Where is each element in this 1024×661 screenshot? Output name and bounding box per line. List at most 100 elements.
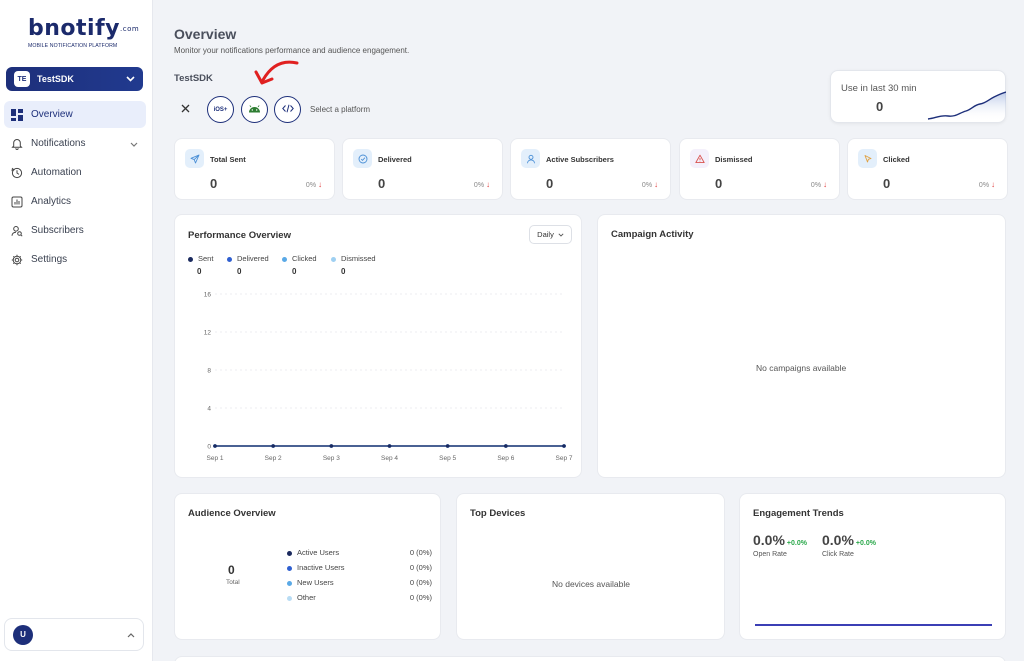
platform-web-button[interactable] <box>274 96 301 123</box>
sidebar-item-overview[interactable]: Overview <box>4 101 146 128</box>
sidebar-item-analytics[interactable]: Analytics <box>4 188 146 215</box>
stat-change: 0% ↓ <box>811 180 827 189</box>
arrow-down-icon: ↓ <box>318 180 322 189</box>
sidebar-item-label: Settings <box>31 254 68 265</box>
legend-dot <box>287 550 292 556</box>
stat-card-dismissed: Dismissed 0 0% ↓ <box>679 138 840 200</box>
sidebar-item-label: Notifications <box>31 138 86 149</box>
check-circle-icon <box>353 149 372 168</box>
click-rate-change: +0.0% <box>855 540 876 547</box>
platform-android-button[interactable] <box>241 96 268 123</box>
workspace-selector[interactable]: TE TestSDK <box>6 67 143 91</box>
logo-text: bnotify <box>28 16 120 41</box>
devices-empty-message: No devices available <box>552 579 630 589</box>
devices-title: Top Devices <box>470 508 526 519</box>
stat-label: Active Subscribers <box>546 155 614 164</box>
open-rate-value: 0.0% +0.0% <box>753 532 807 548</box>
audience-total-value: 0 <box>228 563 235 577</box>
y-tick-label: 16 <box>204 292 212 299</box>
audience-row-value: 0 (0%) <box>409 548 432 557</box>
audience-row-value: 0 (0%) <box>409 578 432 587</box>
audience-row-other: Other 0 (0%) <box>287 593 432 602</box>
android-icon <box>248 104 261 115</box>
x-tick-label: Sep 5 <box>439 455 456 462</box>
gear-icon <box>10 253 23 266</box>
y-tick-label: 12 <box>204 330 212 337</box>
code-icon <box>281 104 294 115</box>
x-tick-label: Sep 2 <box>265 455 282 462</box>
data-point <box>445 444 450 448</box>
click-rate-value: 0.0% +0.0% <box>822 532 876 548</box>
arrow-down-icon: ↓ <box>991 180 995 189</box>
logo-tagline: MOBILE NOTIFICATION PLATFORM <box>28 43 118 49</box>
audience-row-inactive: Inactive Users 0 (0%) <box>287 563 432 572</box>
sidebar-item-settings[interactable]: Settings <box>4 246 146 273</box>
y-tick-label: 8 <box>207 368 211 375</box>
usage-card: Use in last 30 min 0 <box>830 70 1006 123</box>
cursor-icon <box>858 149 877 168</box>
page-title: Overview <box>174 26 237 42</box>
sidebar-nav: Overview Notifications Automation Analyt… <box>4 101 146 275</box>
data-point <box>387 444 392 448</box>
annotation-arrow-icon <box>252 58 300 95</box>
stat-change-text: 0% <box>473 182 485 189</box>
audience-row-label: Inactive Users <box>297 563 345 572</box>
warning-icon <box>690 149 709 168</box>
stat-label: Dismissed <box>715 155 753 164</box>
top-devices-card: Top Devices No devices available <box>456 493 725 640</box>
x-tick-label: Sep 7 <box>556 455 573 462</box>
bell-icon <box>10 137 23 150</box>
send-icon <box>185 149 204 168</box>
analytics-icon <box>10 195 23 208</box>
data-point <box>504 444 508 448</box>
sidebar-item-notifications[interactable]: Notifications <box>4 130 146 157</box>
data-point <box>329 444 334 448</box>
x-tick-label: Sep 6 <box>497 455 514 462</box>
workspace-name: TestSDK <box>37 74 74 84</box>
stat-change-text: 0% <box>641 182 653 189</box>
performance-line-chart: 0 4 8 12 16 Sep 1 Sep 2 Sep 3 Sep 4 Sep 5 Sep 6 Sep… <box>204 292 573 463</box>
platform-ios-label: iOS+ <box>213 106 228 113</box>
stat-card-delivered: Delivered 0 0% ↓ <box>342 138 503 200</box>
stat-value: 0 <box>378 176 386 191</box>
select-platform-label: Select a platform <box>310 105 371 114</box>
dashboard-icon <box>10 108 23 121</box>
chevron-up-icon <box>127 630 135 640</box>
arrow-down-icon: ↓ <box>823 180 827 189</box>
stat-value: 0 <box>210 176 218 191</box>
user-icon <box>521 149 540 168</box>
sidebar-item-subscribers[interactable]: Subscribers <box>4 217 146 244</box>
sidebar-item-label: Analytics <box>31 196 72 207</box>
next-section-card <box>174 656 1006 661</box>
stat-change-text: 0% <box>978 182 990 189</box>
stat-card-active-subscribers: Active Subscribers 0 0% ↓ <box>510 138 671 200</box>
stat-label: Total Sent <box>210 155 246 164</box>
sidebar-item-label: Automation <box>31 167 82 178</box>
close-icon[interactable] <box>181 102 190 116</box>
user-menu[interactable]: U <box>4 618 144 651</box>
audience-row-new: New Users 0 (0%) <box>287 578 432 587</box>
engagement-card: Engagement Trends 0.0% +0.0% Open Rate 0.… <box>739 493 1006 640</box>
stat-change: 0% ↓ <box>306 180 322 189</box>
engagement-title: Engagement Trends <box>753 508 844 519</box>
stat-change: 0% ↓ <box>474 180 490 189</box>
x-tick-label: Sep 1 <box>207 455 224 462</box>
engagement-trend-line <box>755 624 992 626</box>
audience-row-label: New Users <box>297 578 334 587</box>
stat-change: 0% ↓ <box>979 180 995 189</box>
sidebar-item-automation[interactable]: Automation <box>4 159 146 186</box>
arrow-down-icon: ↓ <box>486 180 490 189</box>
brand-logo[interactable]: bnotify.com MOBILE NOTIFICATION PLATFORM <box>28 16 139 50</box>
data-point <box>562 444 566 448</box>
audience-row-active: Active Users 0 (0%) <box>287 548 432 557</box>
audience-title: Audience Overview <box>188 508 276 519</box>
campaign-empty-message: No campaigns available <box>756 363 847 373</box>
data-point <box>213 444 217 448</box>
sidebar-item-label: Subscribers <box>31 225 84 236</box>
stat-value: 0 <box>715 176 723 191</box>
sidebar: bnotify.com MOBILE NOTIFICATION PLATFORM… <box>0 0 153 661</box>
platform-ios-button[interactable]: iOS+ <box>207 96 234 123</box>
open-rate-label: Open Rate <box>753 551 787 558</box>
y-tick-label: 0 <box>207 444 211 451</box>
legend-dot <box>287 595 292 601</box>
